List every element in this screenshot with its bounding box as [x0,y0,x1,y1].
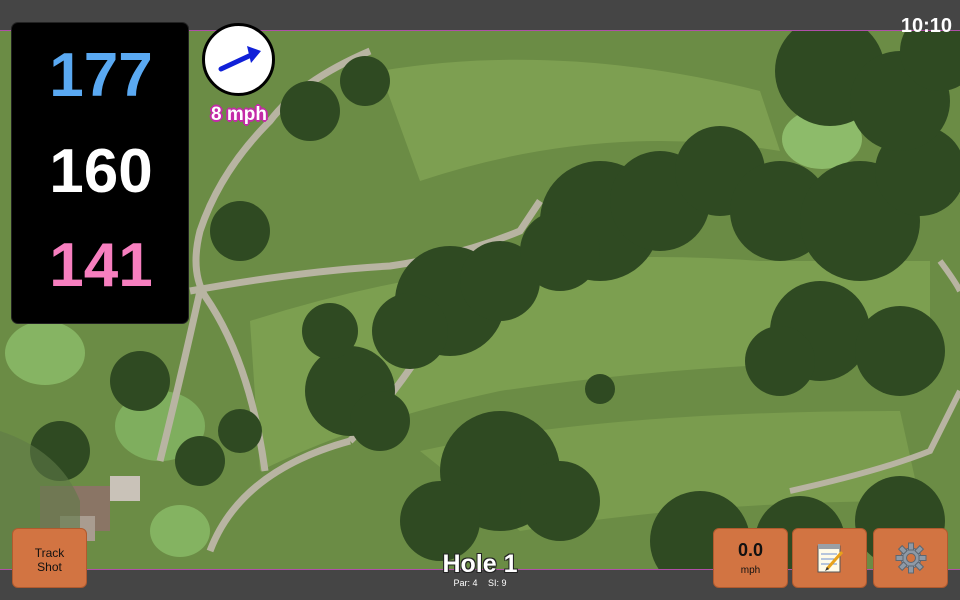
par-label: Par: 4 [453,578,478,588]
back-yardage: 177 [49,41,153,110]
center-yardage: 160 [49,137,153,206]
wind-speed-label: 8 mph [211,104,267,125]
gear-icon [895,542,926,574]
hole-title: Hole 1 [442,550,518,578]
track-shot-label-line1: Track [34,546,65,560]
speed-button[interactable]: 0.0 mph [713,528,788,588]
settings-button[interactable] [873,528,948,588]
notes-button[interactable] [792,528,867,588]
wind-direction-indicator [202,23,275,96]
front-yardage: 141 [49,231,153,300]
yardage-panel: 177 160 141 [11,22,189,324]
track-shot-button[interactable]: Track Shot [12,528,87,588]
speed-value: 0.0 [737,540,764,560]
stroke-index-label: SI: 9 [488,578,507,588]
notepad-icon [817,544,843,573]
clock-time: 10:10 [900,15,952,37]
track-shot-label-line2: Shot [37,560,62,574]
arrow-icon [218,46,261,72]
hole-info: Par: 4 SI: 9 [380,578,580,588]
speed-unit: mph [740,565,761,576]
